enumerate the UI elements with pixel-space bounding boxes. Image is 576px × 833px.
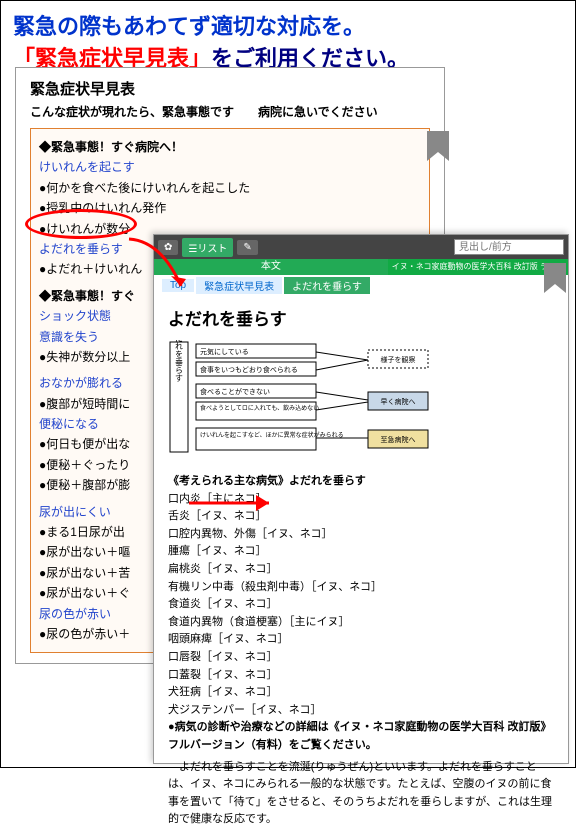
disease-item: 有機リン中毒（殺虫剤中毒）［イヌ、ネコ］ xyxy=(168,579,554,597)
flowchart: よだれを垂らす 元気にしている 食事をいつもどおり食べられる 様子を観察 食べる… xyxy=(154,336,568,473)
svg-text:至急病院へ: 至急病院へ xyxy=(381,435,416,444)
svg-text:元気にしている: 元気にしている xyxy=(200,347,249,356)
disease-item: 口蓋裂［イヌ、ネコ］ xyxy=(168,667,554,685)
paragraph: よだれを垂らすことを流涎(りゅうぜん)といいます。よだれを垂らすことは、イヌ、ネ… xyxy=(154,755,568,833)
svg-text:様子を観察: 様子を観察 xyxy=(381,355,416,364)
disease-item: 口唇裂［イヌ、ネコ］ xyxy=(168,649,554,667)
red-arrow xyxy=(121,231,201,311)
breadcrumb: Top 緊急症状早見表 よだれを垂らす xyxy=(154,275,568,295)
svg-text:食事をいつもどおり食べられる: 食事をいつもどおり食べられる xyxy=(200,365,298,374)
disease-item: 犬狂病［イヌ、ネコ］ xyxy=(168,684,554,702)
svg-text:食べようとしてロに入れても、飲み込めない: 食べようとしてロに入れても、飲み込めない xyxy=(200,404,319,412)
bg-section-1: ◆緊急事態！すぐ病院へ！ xyxy=(39,137,421,157)
bg-subtitle: こんな症状が現れたら、緊急事態です 病院に急いでください xyxy=(30,103,430,120)
disease-item: 口腔内異物、外傷［イヌ、ネコ］ xyxy=(168,526,554,544)
bg-title: 緊急症状早見表 xyxy=(30,78,430,99)
disease-item: 扁桃炎［イヌ、ネコ］ xyxy=(168,561,554,579)
disease-item: 犬ジステンパー［イヌ、ネコ］ xyxy=(168,702,554,720)
search-input[interactable] xyxy=(454,239,564,255)
bc-current: よだれを垂らす xyxy=(284,277,370,294)
disease-item: 咽頭麻痺［イヌ、ネコ］ xyxy=(168,631,554,649)
red-arrow-2 xyxy=(184,483,284,523)
foreground-panel: ✿ ☰リスト ✎ 本文 イヌ・ネコ家庭動物の医学大百科 改訂版 ライト Top … xyxy=(153,234,569,764)
content-header: 本文 イヌ・ネコ家庭動物の医学大百科 改訂版 ライト xyxy=(154,259,568,275)
disease-item: 食道内異物（食道梗塞）［主にイヌ］ xyxy=(168,614,554,632)
header-source: イヌ・ネコ家庭動物の医学大百科 改訂版 ライト xyxy=(388,259,568,275)
pen-icon[interactable]: ✎ xyxy=(237,240,257,255)
article-title: よだれを垂らす xyxy=(154,295,568,336)
headline-1: 緊急の際もあわてず適切な対応を。 xyxy=(1,1,575,41)
bc-mid[interactable]: 緊急症状早見表 xyxy=(196,277,282,294)
svg-text:食べることができない: 食べることができない xyxy=(200,387,270,396)
bg-item: ●何かを食べた後にけいれんを起こした xyxy=(39,178,421,198)
bg-link-1[interactable]: けいれんを起こす xyxy=(39,157,421,177)
svg-text:早く病院へ: 早く病院へ xyxy=(381,397,416,406)
sec-note: ●病気の診断や治療などの詳細は《イヌ・ネコ家庭動物の医学大百科 改訂版》フルバー… xyxy=(168,719,554,754)
toolbar: ✿ ☰リスト ✎ xyxy=(154,235,568,259)
disease-item: 腫瘍［イヌ、ネコ］ xyxy=(168,543,554,561)
disease-item: 食道炎［イヌ、ネコ］ xyxy=(168,596,554,614)
svg-text:よだれを垂らす: よだれを垂らす xyxy=(175,340,184,382)
